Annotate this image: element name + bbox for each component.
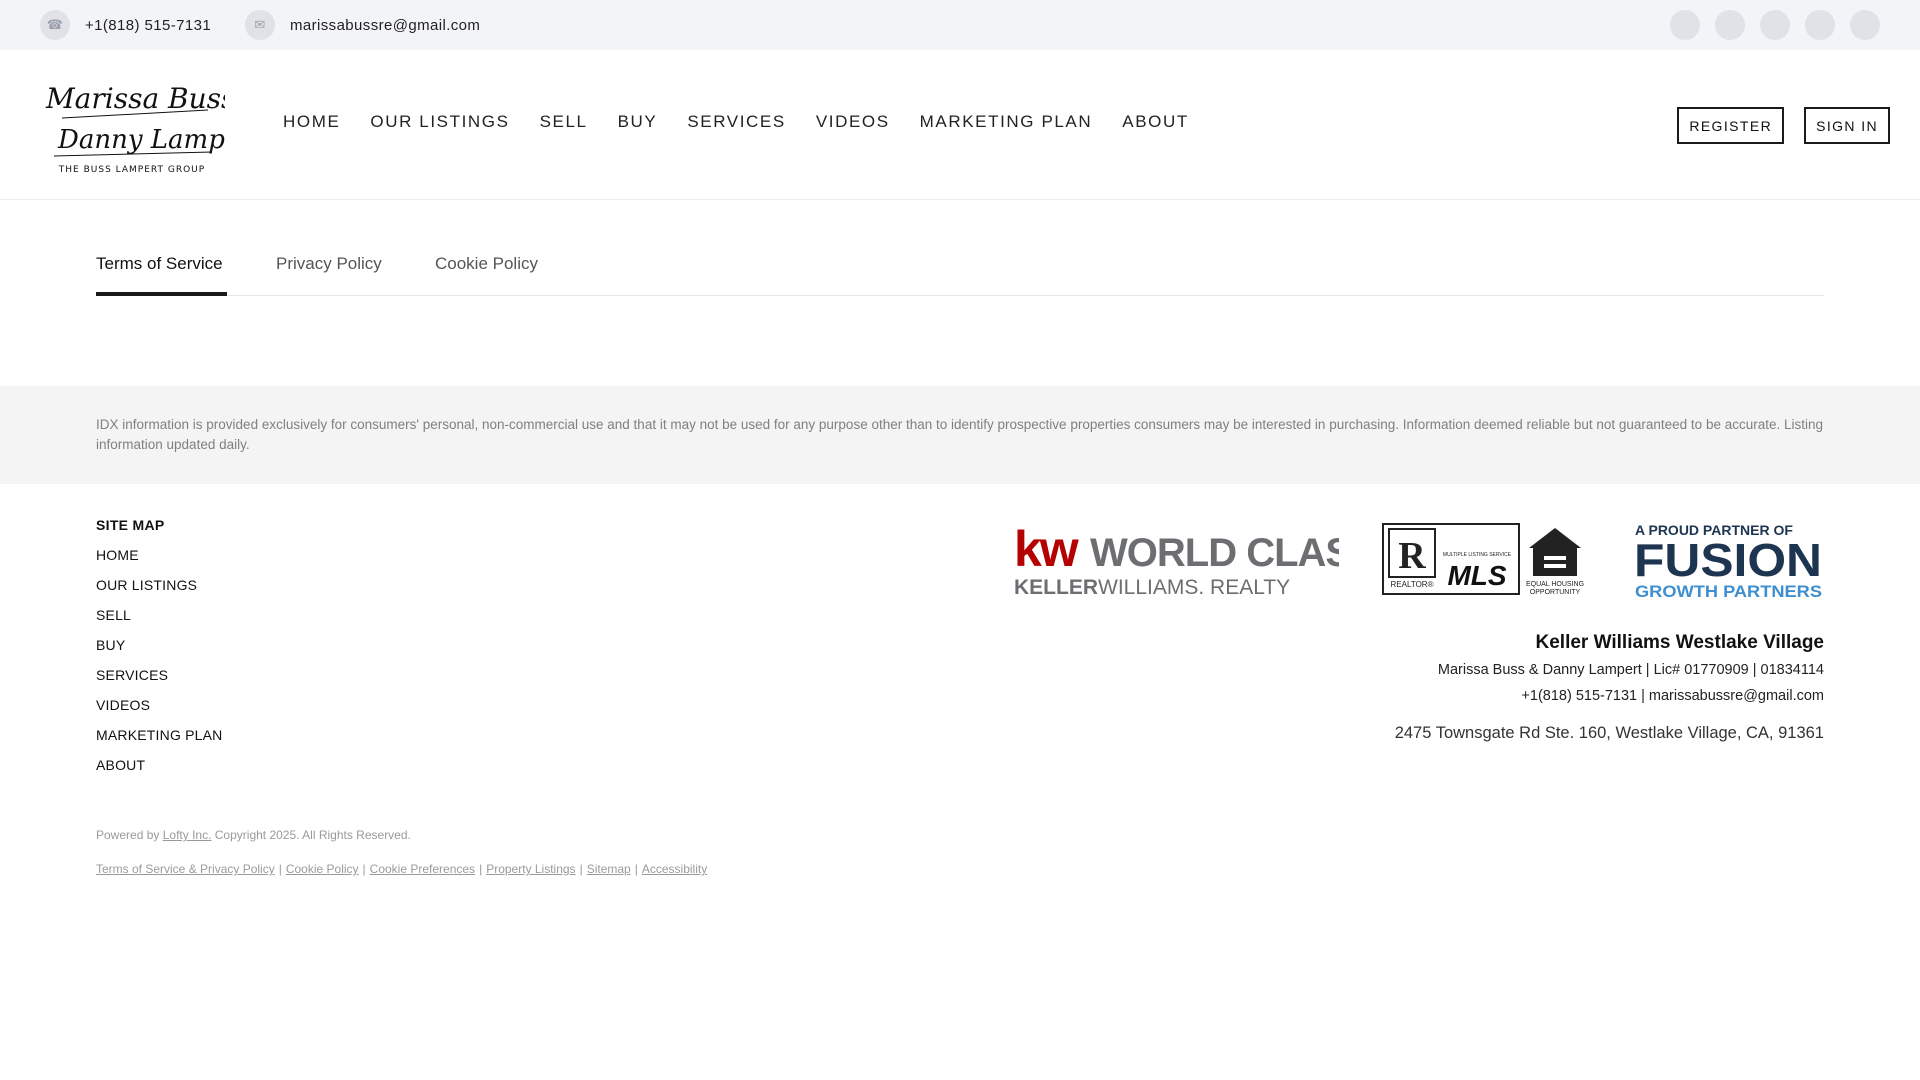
nav-marketing-plan[interactable]: MARKETING PLAN — [920, 112, 1093, 132]
topbar-phone[interactable]: ☎ +1(818) 515-7131 — [40, 10, 212, 40]
company-name: Keller Williams Westlake Village — [1535, 632, 1825, 653]
company-address: 2475 Townsgate Rd Ste. 160, Westlake Vil… — [1394, 724, 1824, 742]
legal-cookie-preferences-link[interactable]: Cookie Preferences — [370, 862, 475, 876]
email-icon: ✉ — [245, 10, 275, 40]
legal-cookie-policy-link[interactable]: Cookie Policy — [286, 862, 359, 876]
topbar-email-text: marissabussre@gmail.com — [290, 16, 481, 34]
sitemap-item-marketing-plan[interactable]: MARKETING PLAN — [96, 727, 223, 757]
powered-prefix: Powered by — [96, 828, 160, 842]
svg-text:GROWTH PARTNERS: GROWTH PARTNERS — [1635, 582, 1822, 600]
topbar-phone-text: +1(818) 515-7131 — [85, 16, 212, 34]
tab-cookie-policy[interactable]: Cookie Policy — [435, 254, 538, 274]
sitemap-item-services[interactable]: SERVICES — [96, 667, 223, 697]
brand-logo[interactable]: Marissa Buss Danny Lampert THE BUSS LAMP… — [40, 72, 225, 177]
nav-about[interactable]: ABOUT — [1122, 112, 1189, 132]
social-links — [1670, 10, 1880, 40]
tab-privacy-policy[interactable]: Privacy Policy — [276, 254, 382, 274]
svg-text:OPPORTUNITY: OPPORTUNITY — [1530, 589, 1581, 596]
kw-world-class-logo: kw WORLD CLASS KELLER WILLIAMS. REALTY — [1014, 522, 1339, 599]
active-tab-indicator — [96, 292, 227, 296]
sitemap-item-buy[interactable]: BUY — [96, 637, 223, 667]
top-contact-bar: ☎ +1(818) 515-7131 ✉ marissabussre@gmail… — [0, 0, 1920, 50]
idx-disclaimer-text: IDX information is provided exclusively … — [96, 417, 1824, 452]
svg-text:EQUAL HOUSING: EQUAL HOUSING — [1526, 581, 1584, 588]
nav-services[interactable]: SERVICES — [687, 112, 785, 132]
powered-by: Powered by Lofty Inc. Copyright 2025. Al… — [96, 828, 411, 842]
topbar-email[interactable]: ✉ marissabussre@gmail.com — [245, 10, 481, 40]
nav-our-listings[interactable]: OUR LISTINGS — [370, 112, 509, 132]
legal-terms-privacy-link[interactable]: Terms of Service & Privacy Policy — [96, 862, 275, 876]
svg-text:kw: kw — [1014, 522, 1079, 577]
auth-buttons: REGISTER SIGN IN — [1677, 107, 1890, 144]
legal-links: Terms of Service & Privacy Policy | Cookie… — [96, 862, 707, 876]
separator: | — [634, 862, 638, 876]
sitemap-item-videos[interactable]: VIDEOS — [96, 697, 223, 727]
site-header: Marissa Buss Danny Lampert THE BUSS LAMP… — [0, 50, 1920, 200]
legal-property-listings-link[interactable]: Property Listings — [486, 862, 575, 876]
svg-text:MULTIPLE LISTING SERVICE: MULTIPLE LISTING SERVICE — [1443, 552, 1512, 558]
svg-text:KELLER: KELLER — [1014, 576, 1098, 599]
sitemap-item-home[interactable]: HOME — [96, 547, 223, 577]
tiktok-icon[interactable] — [1850, 10, 1880, 40]
separator: | — [362, 862, 366, 876]
realtor-mls-eho-logo: R REALTOR® MULTIPLE LISTING SERVICE MLS … — [1382, 523, 1584, 596]
sitemap-item-our-listings[interactable]: OUR LISTINGS — [96, 577, 223, 607]
tab-terms-of-service[interactable]: Terms of Service — [96, 254, 223, 274]
legal-sitemap-link[interactable]: Sitemap — [587, 862, 631, 876]
separator: | — [479, 862, 483, 876]
svg-text:FUSION: FUSION — [1634, 534, 1822, 586]
svg-text:MLS: MLS — [1447, 560, 1506, 591]
svg-text:R: R — [1398, 535, 1426, 577]
facebook-icon[interactable] — [1670, 10, 1700, 40]
register-button[interactable]: REGISTER — [1677, 107, 1785, 144]
policy-tabs: Terms of Service Privacy Policy Cookie P… — [96, 238, 1824, 296]
legal-accessibility-link[interactable]: Accessibility — [642, 862, 707, 876]
partner-logos: kw WORLD CLASS KELLER WILLIAMS. REALTY R… — [1014, 520, 1824, 600]
linkedin-icon[interactable] — [1760, 10, 1790, 40]
sitemap-item-about[interactable]: ABOUT — [96, 757, 223, 787]
fusion-growth-partners-logo: A PROUD PARTNER OF FUSION GROWTH PARTNER… — [1634, 522, 1822, 600]
footer-sitemap: SITE MAP HOME OUR LISTINGS SELL BUY SERV… — [96, 517, 223, 787]
idx-disclaimer-section: IDX information is provided exclusively … — [0, 386, 1920, 484]
svg-text:WILLIAMS. REALTY: WILLIAMS. REALTY — [1098, 576, 1290, 599]
sign-in-button[interactable]: SIGN IN — [1804, 107, 1890, 144]
sitemap-title: SITE MAP — [96, 517, 165, 533]
copyright-text: Copyright 2025. All Rights Reserved. — [214, 828, 411, 842]
svg-text:WORLD CLASS: WORLD CLASS — [1090, 531, 1339, 575]
sitemap-item-sell[interactable]: SELL — [96, 607, 223, 637]
agents-license: Marissa Buss & Danny Lampert | Lic# 0177… — [1437, 662, 1824, 678]
separator: | — [278, 862, 282, 876]
lofty-link[interactable]: Lofty Inc. — [163, 828, 212, 842]
logo-tagline: THE BUSS LAMPERT GROUP — [58, 165, 205, 175]
svg-text:REALTOR®: REALTOR® — [1391, 580, 1434, 589]
separator: | — [579, 862, 583, 876]
nav-sell[interactable]: SELL — [540, 112, 588, 132]
nav-buy[interactable]: BUY — [618, 112, 658, 132]
phone-icon: ☎ — [40, 10, 70, 40]
nav-videos[interactable]: VIDEOS — [816, 112, 890, 132]
logo-line2: Danny Lampert — [57, 125, 225, 155]
company-contact[interactable]: +1(818) 515-7131 | marissabussre@gmail.c… — [1395, 688, 1824, 714]
nav-home[interactable]: HOME — [283, 112, 340, 132]
company-info: Keller Williams Westlake Village Marissa… — [1395, 632, 1824, 743]
youtube-icon[interactable] — [1805, 10, 1835, 40]
instagram-icon[interactable] — [1715, 10, 1745, 40]
main-nav: HOME OUR LISTINGS SELL BUY SERVICES VIDE… — [283, 112, 1189, 132]
